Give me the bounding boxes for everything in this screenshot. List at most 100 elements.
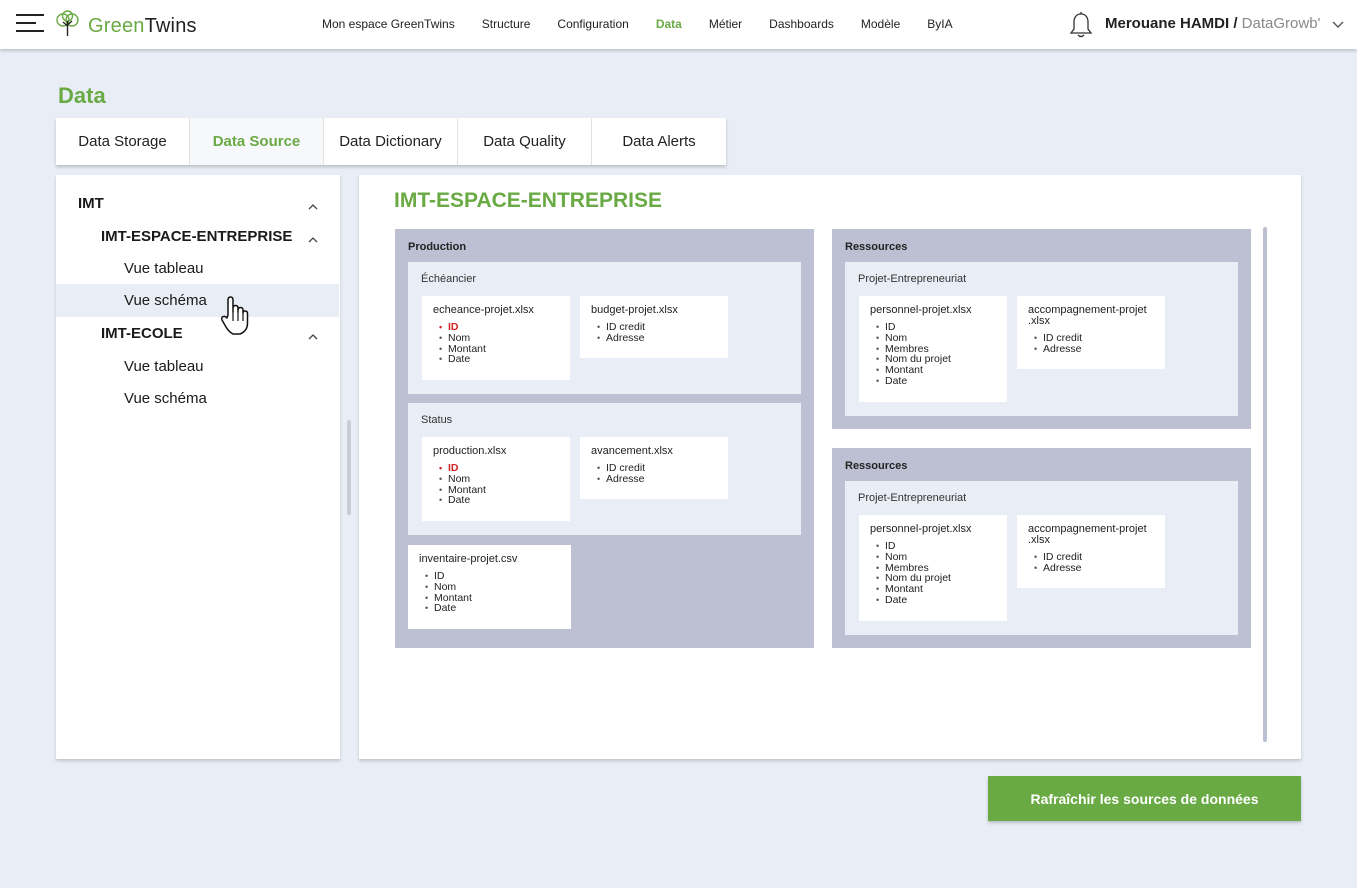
- tree-item-imt-espace-entreprise[interactable]: IMT-ESPACE-ENTREPRISE: [56, 220, 339, 253]
- nav-structure[interactable]: Structure: [482, 17, 531, 31]
- tree-item-label: IMT-ESPACE-ENTREPRISE: [101, 228, 293, 245]
- group-label: Ressources: [845, 241, 908, 253]
- tab-data-alerts[interactable]: Data Alerts: [592, 118, 726, 165]
- nav-metier[interactable]: Métier: [709, 17, 742, 31]
- field-item: Date: [439, 354, 559, 365]
- file-card[interactable]: personnel-projet.xlsx ID Nom Membres Nom…: [859, 296, 1007, 402]
- subgroup-projet-entrepreneuriat: Projet-Entrepreneuriat personnel-projet.…: [845, 481, 1238, 635]
- field-item: Nom: [876, 332, 996, 344]
- nav-data[interactable]: Data: [656, 17, 682, 31]
- file-card[interactable]: budget-projet.xlsx ID credit Adresse: [580, 296, 728, 358]
- field-item: Nom: [439, 473, 559, 485]
- nav-modele[interactable]: Modèle: [861, 17, 900, 31]
- field-item: Adresse: [597, 332, 717, 344]
- chevron-up-icon[interactable]: [307, 232, 319, 249]
- bell-icon[interactable]: [1069, 11, 1093, 44]
- file-name: production.xlsx: [433, 445, 507, 457]
- field-list: ID Nom Montant Date: [419, 571, 560, 614]
- tree-item-label: Vue tableau: [124, 358, 204, 375]
- file-name: avancement.xlsx: [591, 445, 673, 457]
- subgroup-projet-entrepreneuriat: Projet-Entrepreneuriat personnel-projet.…: [845, 262, 1238, 416]
- top-navbar: GreenTwins Mon espace GreenTwins Structu…: [0, 0, 1357, 49]
- main-nav: Mon espace GreenTwins Structure Configur…: [322, 17, 980, 31]
- user-name: Merouane HAMDI /: [1105, 15, 1238, 32]
- tab-data-dictionary[interactable]: Data Dictionary: [324, 118, 458, 165]
- file-name-ext: .xlsx: [1028, 534, 1050, 546]
- field-item: Date: [425, 603, 560, 614]
- group-label: Production: [408, 241, 467, 253]
- field-item: Date: [439, 495, 559, 506]
- file-card[interactable]: echeance-projet.xlsx ID Nom Montant Date: [422, 296, 570, 380]
- group-production: Production Échéancier echeance-projet.xl…: [395, 229, 814, 648]
- field-list: ID credit Adresse: [591, 322, 717, 344]
- subgroup-label: Projet-Entrepreneuriat: [858, 273, 967, 285]
- menu-icon[interactable]: [16, 13, 44, 33]
- user-org: DataGrowb': [1237, 15, 1321, 32]
- chevron-down-icon[interactable]: [1332, 17, 1344, 35]
- chevron-up-icon[interactable]: [307, 199, 319, 216]
- tree-item-vue-tableau[interactable]: Vue tableau: [56, 350, 339, 383]
- page-title: Data: [58, 83, 106, 108]
- user-menu[interactable]: Merouane HAMDI / DataGrowb': [1105, 15, 1320, 32]
- field-item: Adresse: [597, 473, 717, 485]
- field-item: Adresse: [1034, 343, 1154, 355]
- chevron-up-icon[interactable]: [307, 329, 319, 346]
- file-card[interactable]: personnel-projet.xlsx ID Nom Membres Nom…: [859, 515, 1007, 621]
- subgroup-status: Status production.xlsx ID Nom Montant Da…: [408, 403, 801, 535]
- hand-cursor-icon: [220, 295, 250, 342]
- field-item: Date: [876, 595, 996, 606]
- sidebar-scrollbar[interactable]: [347, 420, 351, 515]
- field-item: Adresse: [1034, 562, 1154, 574]
- group-label: Ressources: [845, 460, 908, 472]
- tree-item-label: Vue schéma: [124, 390, 207, 407]
- group-ressources: Ressources Projet-Entrepreneuriat person…: [832, 229, 1251, 429]
- nav-dashboards[interactable]: Dashboards: [769, 17, 834, 31]
- tree-item-vue-schema[interactable]: Vue schéma: [56, 284, 339, 317]
- tree-item-label: Vue tableau: [124, 260, 204, 277]
- file-card[interactable]: accompagnement-projet .xlsx ID credit Ad…: [1017, 515, 1165, 588]
- field-item: Nom: [876, 551, 996, 563]
- tab-data-quality[interactable]: Data Quality: [458, 118, 592, 165]
- subgroup-label: Status: [421, 414, 453, 426]
- field-item: Nom: [439, 332, 559, 344]
- tree-item-imt-ecole[interactable]: IMT-ECOLE: [56, 317, 339, 350]
- tree-item-imt[interactable]: IMT: [56, 187, 339, 220]
- tree-item-label: Vue schéma: [124, 292, 207, 309]
- nav-byia[interactable]: ByIA: [927, 17, 952, 31]
- logo-text: GreenTwins: [88, 15, 197, 37]
- schema-scrollbar[interactable]: [1263, 227, 1267, 742]
- field-list: ID Nom Montant Date: [433, 463, 559, 506]
- file-card[interactable]: inventaire-projet.csv ID Nom Montant Dat…: [408, 545, 571, 629]
- field-list: ID credit Adresse: [1028, 552, 1154, 574]
- logo[interactable]: GreenTwins: [54, 10, 197, 43]
- source-tree: IMT IMT-ESPACE-ENTREPRISE Vue tableau Vu…: [56, 175, 340, 759]
- file-name: personnel-projet.xlsx: [870, 523, 972, 535]
- field-list: ID credit Adresse: [591, 463, 717, 485]
- nav-configuration[interactable]: Configuration: [557, 17, 628, 31]
- file-name: echeance-projet.xlsx: [433, 304, 534, 316]
- subgroup-echeancier: Échéancier echeance-projet.xlsx ID Nom M…: [408, 262, 801, 394]
- tab-data-source[interactable]: Data Source: [190, 118, 324, 165]
- file-name: personnel-projet.xlsx: [870, 304, 972, 316]
- refresh-sources-button[interactable]: Rafraîchir les sources de données: [988, 776, 1301, 821]
- field-list: ID Nom Membres Nom du projet Montant Dat…: [870, 541, 996, 606]
- field-list: ID Nom Montant Date: [433, 322, 559, 365]
- tab-data-storage[interactable]: Data Storage: [56, 118, 190, 165]
- data-tabs: Data Storage Data Source Data Dictionary…: [56, 118, 726, 165]
- tree-item-label: IMT-ECOLE: [101, 325, 183, 342]
- tree-item-vue-schema[interactable]: Vue schéma: [56, 382, 339, 415]
- logo-tree-icon: [54, 10, 82, 43]
- file-card[interactable]: avancement.xlsx ID credit Adresse: [580, 437, 728, 499]
- nav-mon-espace[interactable]: Mon espace GreenTwins: [322, 17, 455, 31]
- subgroup-label: Projet-Entrepreneuriat: [858, 492, 967, 504]
- file-card[interactable]: accompagnement-projet .xlsx ID credit Ad…: [1017, 296, 1165, 369]
- field-item: Date: [876, 376, 996, 387]
- field-item: Nom: [425, 581, 560, 593]
- tree-item-vue-tableau[interactable]: Vue tableau: [56, 252, 339, 285]
- field-list: ID Nom Membres Nom du projet Montant Dat…: [870, 322, 996, 387]
- file-name: inventaire-projet.csv: [419, 553, 518, 565]
- subgroup-label: Échéancier: [421, 273, 477, 285]
- file-name: budget-projet.xlsx: [591, 304, 678, 316]
- schema-panel: IMT-ESPACE-ENTREPRISE Production Échéanc…: [359, 175, 1301, 759]
- file-card[interactable]: production.xlsx ID Nom Montant Date: [422, 437, 570, 521]
